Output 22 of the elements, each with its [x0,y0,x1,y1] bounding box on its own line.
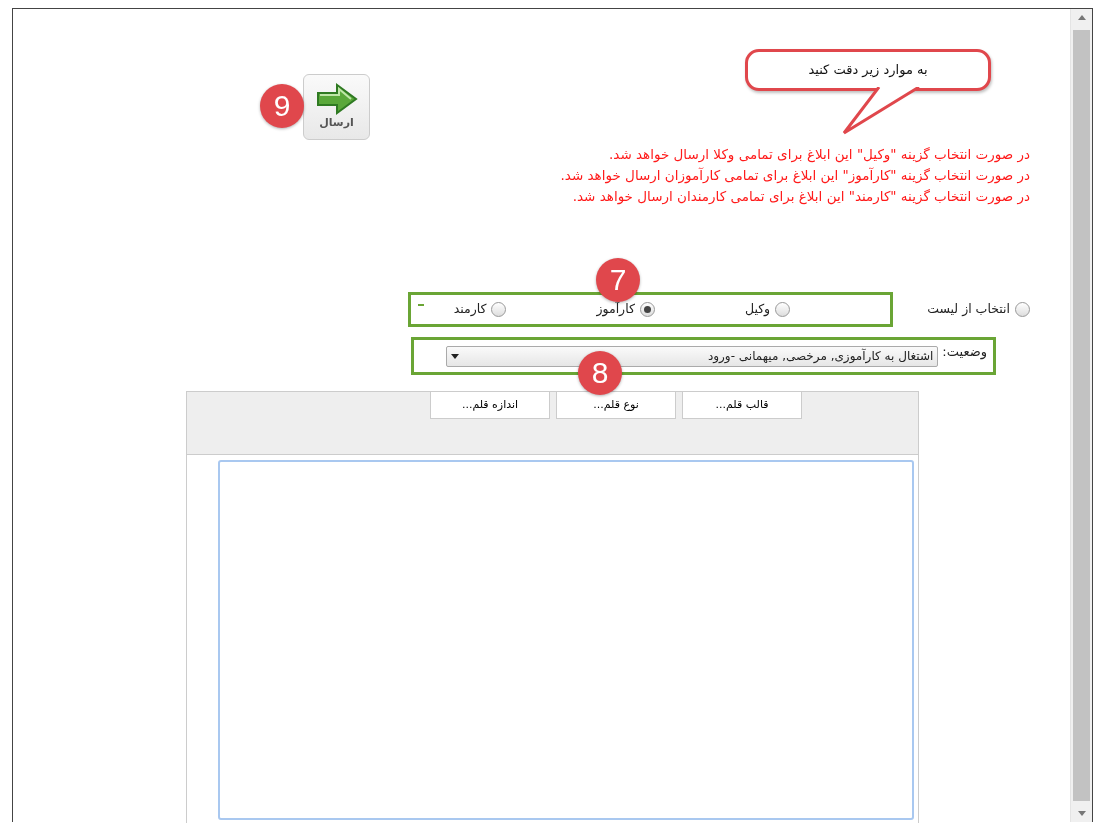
radio-option[interactable]: کارآموز [596,300,655,319]
number-badge: 7 [596,258,640,302]
caret-icon [451,353,460,359]
field-label: وضعیت: [942,343,987,362]
radio-button[interactable] [491,302,507,317]
dash-icon [417,303,424,306]
radio-option[interactable]: وکیل [744,300,791,319]
toolbar-dropdown[interactable]: قالب قلم... [682,392,802,419]
warning-text: در صورت انتخاب گزینه "کارآموز" این ابلاغ برای تمامی کارآموزان ارسال خواهد شد. [560,166,1030,186]
radio-option[interactable]: کارمند [453,300,507,319]
radio-button[interactable] [639,302,655,317]
arrow-icon [314,82,359,115]
toolbar-dropdown[interactable]: اندازه قلم... [430,392,550,419]
radio-button[interactable] [775,302,791,317]
warning-text: در صورت انتخاب گزینه "کارمند" این ابلاغ برای تمامی کارمندان ارسال خواهد شد. [571,187,1030,207]
number-badge: 9 [260,84,304,128]
send-button[interactable]: ارسال [303,74,370,140]
toolbar-dropdown[interactable]: نوع قلم... [556,392,676,419]
radio-button[interactable] [1015,302,1030,317]
scrollbar[interactable] [1070,9,1092,822]
radio-option[interactable]: انتخاب از لیست [927,300,1030,319]
warning-text: در صورت انتخاب گزینه "وکیل" این ابلاغ برای تمامی وکلا ارسال خواهد شد. [608,145,1030,165]
